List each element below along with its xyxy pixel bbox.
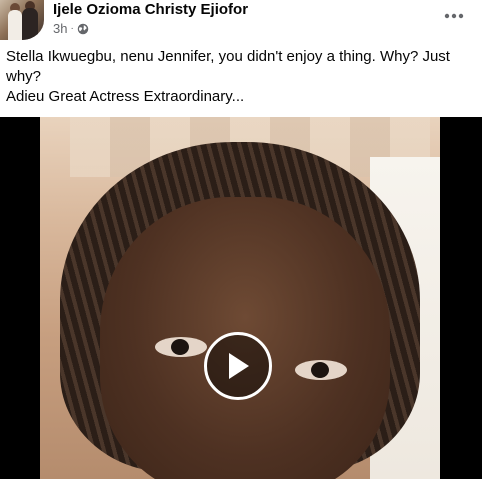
author-name-link[interactable]: Ijele Ozioma Christy Ejiofor xyxy=(53,1,248,18)
meta-separator: · xyxy=(70,23,74,34)
author-avatar[interactable] xyxy=(0,0,44,40)
post-options-button[interactable] xyxy=(436,2,472,30)
post-meta: 3h · xyxy=(53,21,89,36)
avatar-person-2-body xyxy=(22,8,38,40)
facebook-post: Ijele Ozioma Christy Ejiofor 3h · Stella… xyxy=(0,0,482,479)
thumbnail-left-eye xyxy=(155,337,207,357)
thumbnail-right-eye xyxy=(295,360,347,380)
avatar-person-1-body xyxy=(8,10,22,40)
post-timestamp[interactable]: 3h xyxy=(53,21,67,36)
video-thumbnail[interactable] xyxy=(40,117,440,479)
caption-line-1: Stella Ikwuegbu, nenu Jennifer, you didn… xyxy=(6,48,450,85)
more-horizontal-icon xyxy=(444,13,464,19)
play-button[interactable] xyxy=(204,332,272,400)
post-caption: Stella Ikwuegbu, nenu Jennifer, you didn… xyxy=(6,47,476,107)
globe-icon xyxy=(77,23,89,34)
caption-line-2: Adieu Great Actress Extraordinary... xyxy=(6,88,245,105)
play-icon xyxy=(229,353,249,379)
video-player[interactable] xyxy=(0,117,482,479)
